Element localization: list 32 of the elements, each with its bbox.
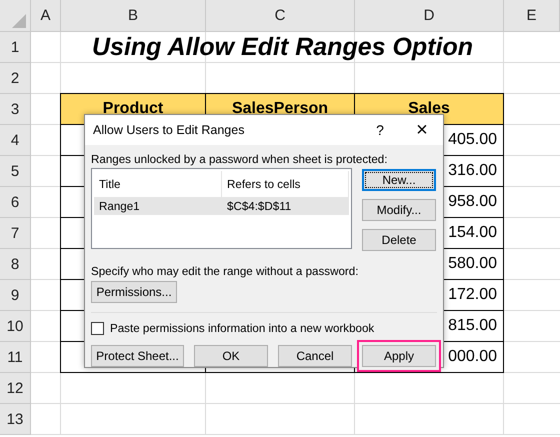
paste-checkbox[interactable]	[91, 322, 104, 335]
column-header[interactable]: B	[61, 0, 206, 32]
row-header[interactable]: 11	[0, 342, 31, 373]
row-header[interactable]: 10	[0, 311, 31, 342]
dialog-button[interactable]: OK	[194, 345, 268, 367]
row-header[interactable]: 3	[0, 94, 31, 125]
range-row[interactable]: Range1 $C$4:$D$11	[94, 197, 349, 215]
row-header[interactable]: 1	[0, 32, 31, 63]
row-header[interactable]: 13	[0, 404, 31, 435]
range-action-button[interactable]: New...	[362, 169, 436, 191]
range-title: Range1	[98, 200, 141, 212]
row-header[interactable]: 6	[0, 187, 31, 218]
dialog-button[interactable]: Protect Sheet...	[91, 345, 184, 367]
range-action-button[interactable]: Modify...	[362, 199, 436, 221]
dialog-button[interactable]: Cancel	[278, 345, 352, 367]
column-header[interactable]: D	[355, 0, 504, 32]
row-header[interactable]: 9	[0, 280, 31, 311]
column-header[interactable]: E	[504, 0, 560, 32]
row-header[interactable]: 2	[0, 63, 31, 94]
permissions-button[interactable]: Permissions...	[91, 281, 177, 303]
column-header[interactable]: C	[206, 0, 355, 32]
row-header[interactable]: 12	[0, 373, 31, 404]
row-header[interactable]: 8	[0, 249, 31, 280]
row-header[interactable]: 5	[0, 156, 31, 187]
sheet-title: Using Allow Edit Ranges Option	[90, 32, 474, 63]
range-action-button[interactable]: Delete	[362, 229, 436, 251]
row-header[interactable]: 7	[0, 218, 31, 249]
help-button[interactable]: ?	[365, 122, 395, 138]
range-reference: $C$4:$D$11	[226, 200, 292, 212]
dialog-title: Allow Users to Edit Ranges	[93, 123, 246, 137]
column-header[interactable]: A	[31, 0, 61, 32]
row-header[interactable]: 4	[0, 125, 31, 156]
